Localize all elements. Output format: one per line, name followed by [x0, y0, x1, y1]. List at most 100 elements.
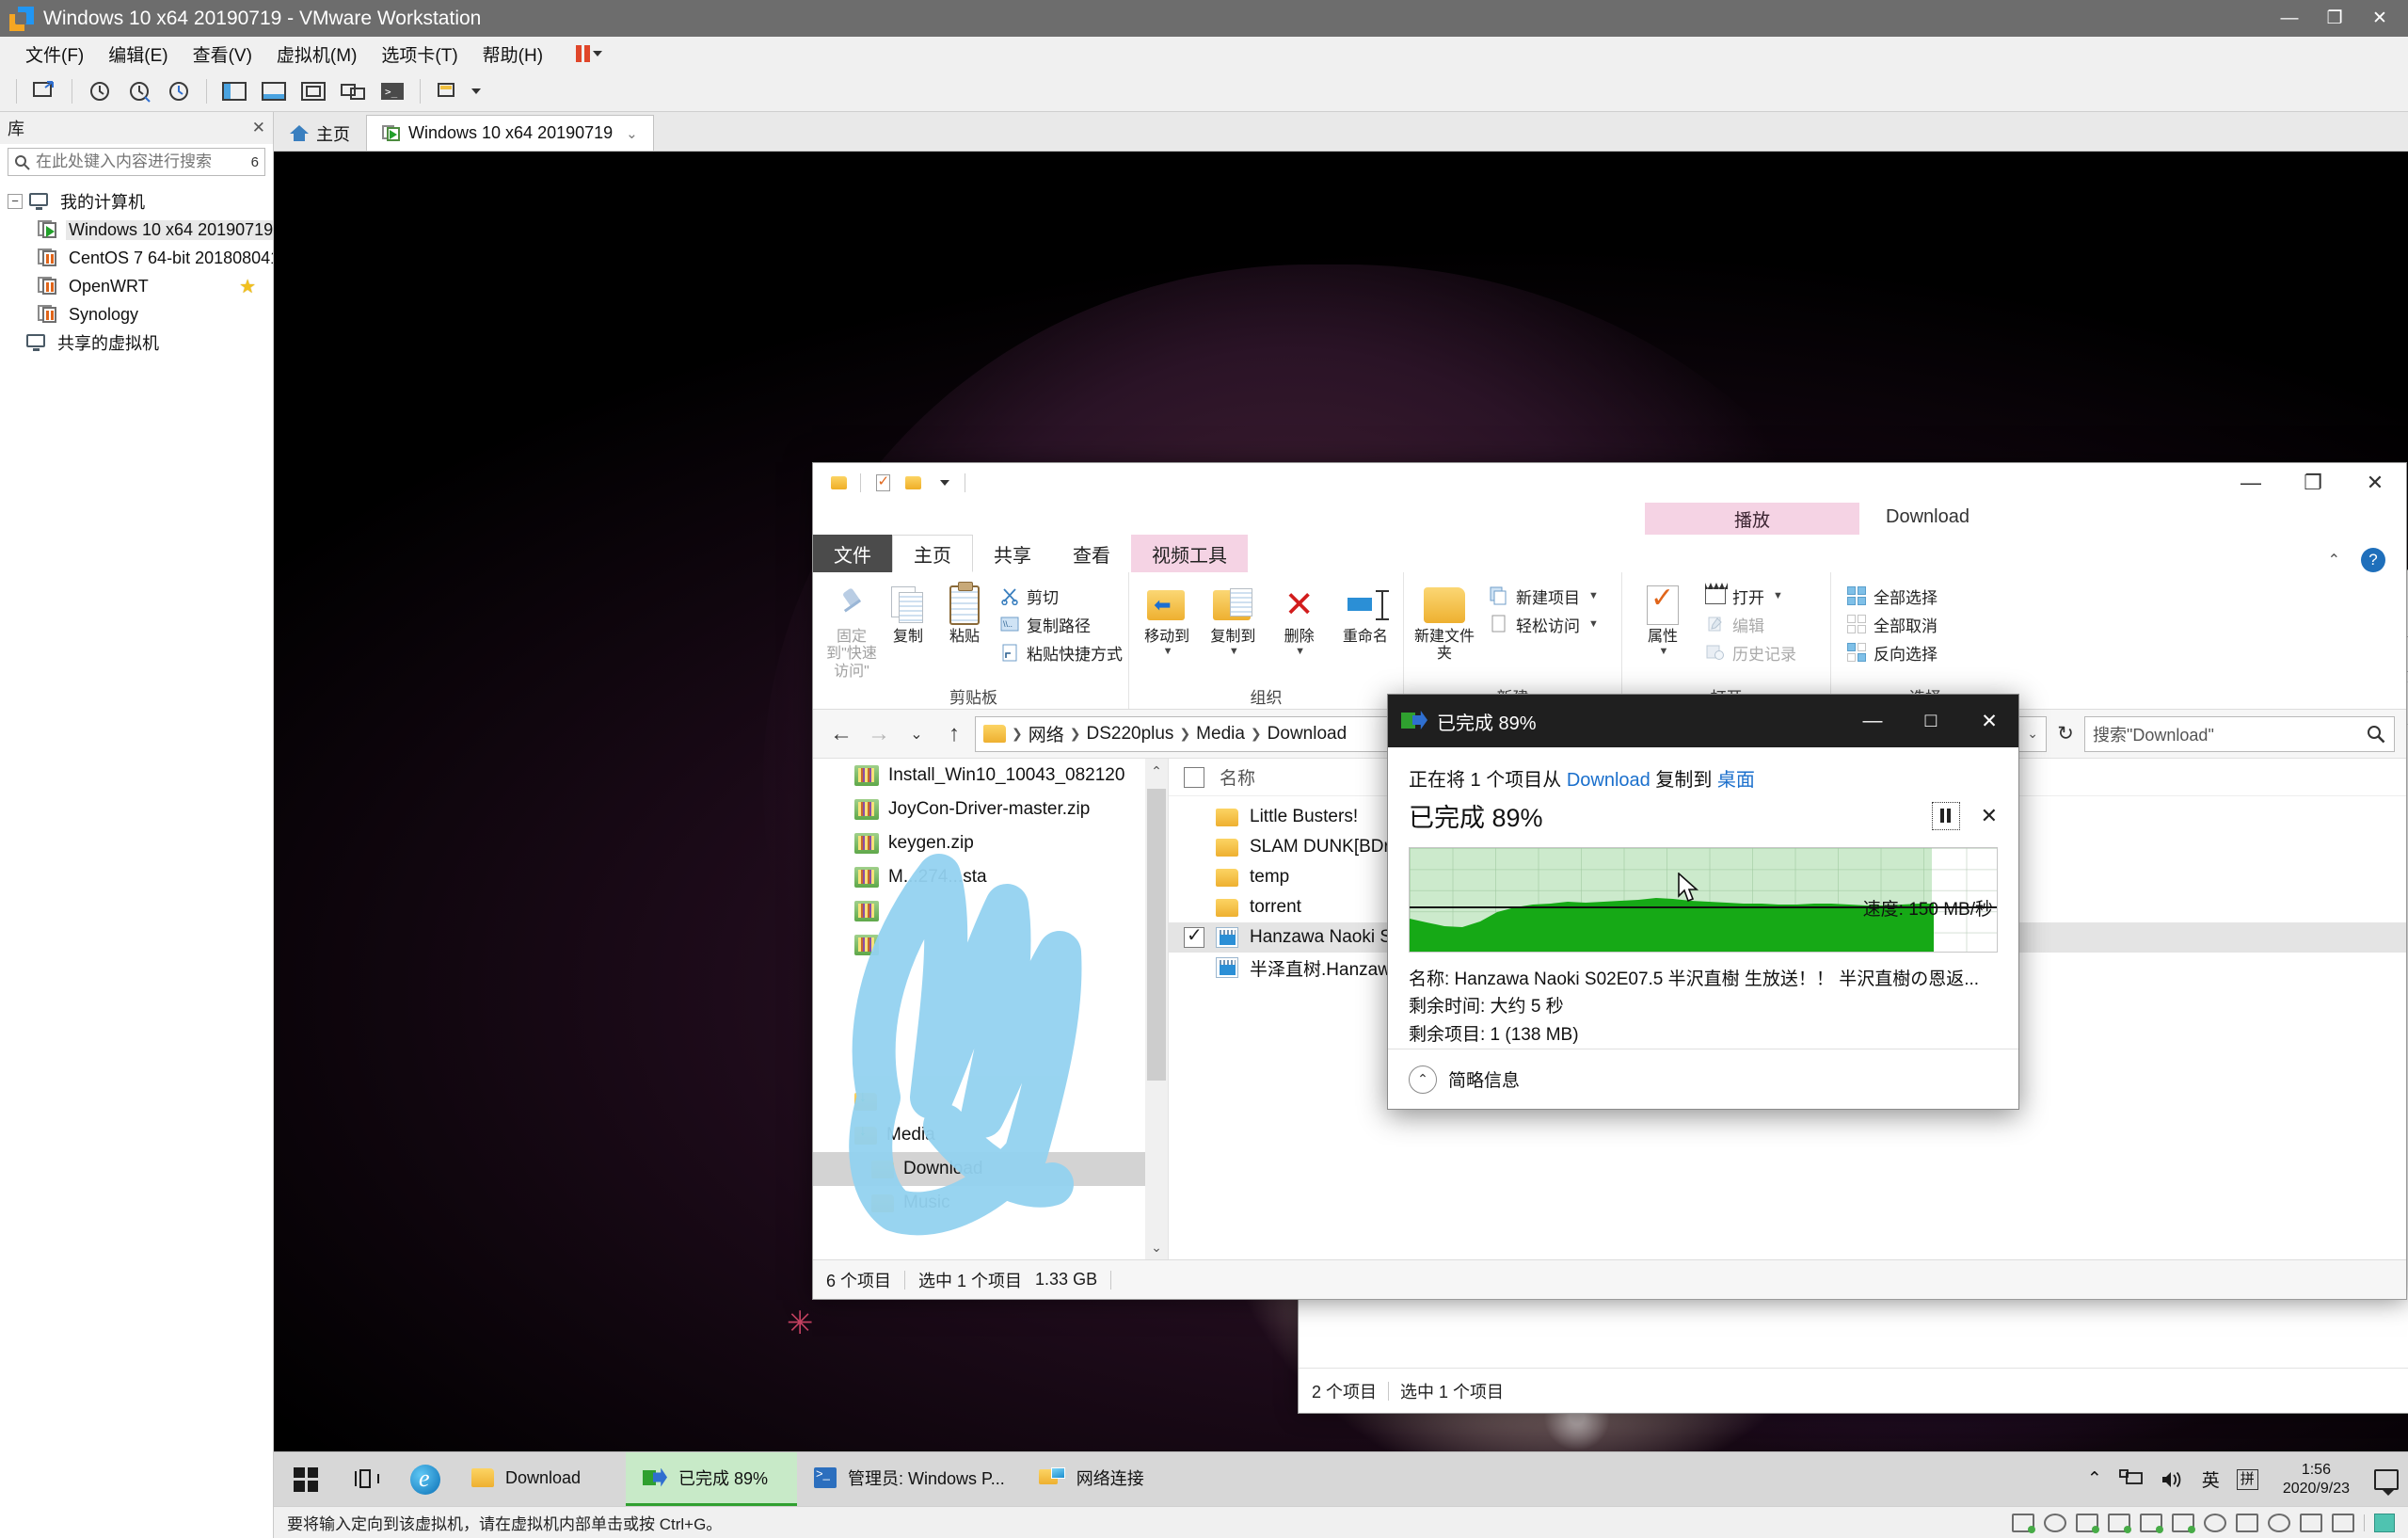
network-icon-2[interactable]: [2108, 1513, 2131, 1533]
send-key-dropdown-icon[interactable]: [471, 88, 481, 94]
row-checkbox[interactable]: [1184, 923, 1204, 948]
delete-button[interactable]: ✕ 删除 ▼: [1268, 580, 1332, 658]
display-icon[interactable]: [2374, 1513, 2395, 1532]
library-search-input[interactable]: [36, 152, 246, 171]
nav-item[interactable]: M...274...sta: [813, 860, 1168, 894]
vm-item-windows10[interactable]: Windows 10 x64 20190719: [0, 216, 273, 244]
cut-button[interactable]: 剪切: [999, 582, 1123, 610]
chevron-down-icon[interactable]: ▼: [1588, 590, 1599, 601]
chevron-up-icon[interactable]: ⌃: [2087, 1468, 2102, 1490]
disc-icon[interactable]: [2044, 1513, 2066, 1532]
task-view-button[interactable]: [338, 1452, 396, 1506]
notification-icon[interactable]: [2374, 1468, 2399, 1496]
menu-view[interactable]: 查看(V): [181, 39, 264, 70]
tree-shared-vms[interactable]: 共享的虚拟机: [0, 328, 273, 357]
checkbox-icon[interactable]: [869, 470, 897, 496]
chevron-down-icon[interactable]: [929, 470, 957, 496]
copy-button[interactable]: 复制: [881, 580, 935, 646]
breadcrumb-network[interactable]: 网络: [1029, 721, 1064, 746]
menu-vm[interactable]: 虚拟机(M): [264, 39, 369, 70]
nav-item-media[interactable]: Media: [813, 1118, 1168, 1152]
nav-item-music[interactable]: Music: [813, 1186, 1168, 1220]
chevron-down-icon[interactable]: ▼: [1295, 646, 1305, 658]
bluetooth-icon[interactable]: [2268, 1513, 2290, 1532]
send-key-icon[interactable]: [429, 74, 467, 108]
edge-button[interactable]: [396, 1452, 454, 1506]
breadcrumb-media[interactable]: Media: [1196, 724, 1245, 745]
easy-access-button[interactable]: 轻松访问 ▼: [1489, 610, 1599, 638]
history-button[interactable]: 历史记录: [1705, 638, 1796, 666]
navpane-scrollbar[interactable]: ⌃ ⌄: [1145, 759, 1168, 1259]
close-button[interactable]: ✕: [2357, 0, 2402, 37]
favorite-star-icon[interactable]: ★: [239, 275, 256, 298]
scroll-down-icon[interactable]: ⌄: [1145, 1235, 1168, 1259]
network-icon[interactable]: [2076, 1513, 2099, 1533]
copy-progress-dialog[interactable]: 已完成 89% — □ ✕ 正在将 1 个项目从 Download 复制到 桌面…: [1387, 694, 2019, 1110]
nav-item[interactable]: [813, 1084, 1168, 1118]
guest-screen[interactable]: ✳ Software 回收站 此电脑 网络: [274, 152, 2408, 1506]
fullscreen-icon[interactable]: [25, 74, 63, 108]
select-all-checkbox[interactable]: [1184, 766, 1204, 788]
chevron-down-icon[interactable]: ▼: [1229, 646, 1239, 658]
printer-icon[interactable]: [2140, 1513, 2163, 1533]
show-thumbnails-icon[interactable]: [255, 74, 293, 108]
edit-button[interactable]: 编辑: [1705, 610, 1796, 638]
new-item-button[interactable]: 新建项目 ▼: [1489, 582, 1599, 610]
tree-root-my-computer[interactable]: − 我的计算机: [0, 187, 273, 216]
chevron-up-icon[interactable]: ⌃: [1409, 1065, 1437, 1094]
vm-item-synology[interactable]: Synology: [0, 300, 273, 328]
camera-icon[interactable]: [2236, 1513, 2258, 1532]
clock[interactable]: 1:56 2020/9/23: [2275, 1461, 2357, 1498]
windows-desktop[interactable]: ✳ Software 回收站 此电脑 网络: [274, 152, 2408, 1506]
collapse-ribbon-icon[interactable]: ⌃: [2328, 551, 2340, 569]
network-icon[interactable]: [2118, 1468, 2144, 1490]
menu-tabs[interactable]: 选项卡(T): [369, 39, 470, 70]
help-icon[interactable]: ?: [2361, 548, 2385, 572]
pause-vm-icon[interactable]: [576, 45, 591, 62]
move-to-button[interactable]: ⬅ 移动到 ▼: [1135, 580, 1199, 658]
start-button[interactable]: [274, 1452, 338, 1506]
multiple-monitors-icon[interactable]: [334, 74, 372, 108]
scrollbar-thumb[interactable]: [1147, 789, 1166, 1081]
nav-item[interactable]: JoyCon-Driver-master.zip: [813, 793, 1168, 826]
copy-dialog-footer[interactable]: ⌃ 简略信息: [1388, 1049, 2018, 1109]
snapshot-icon[interactable]: [81, 74, 119, 108]
console-view-icon[interactable]: >_: [374, 74, 411, 108]
minimize-button[interactable]: —: [2267, 0, 2312, 37]
tab-home[interactable]: 主页: [892, 535, 973, 572]
select-all-button[interactable]: 全部选择: [1846, 582, 1938, 610]
hdd-icon[interactable]: [2012, 1513, 2035, 1533]
forward-arrow-icon[interactable]: →: [862, 717, 896, 751]
chevron-down-icon[interactable]: ▼: [1659, 646, 1669, 658]
copy-dialog-maximize-button[interactable]: □: [1902, 695, 1960, 747]
copy-dialog-minimize-button[interactable]: —: [1843, 695, 1902, 747]
nav-item[interactable]: Install_Win10_10043_082120: [813, 759, 1168, 793]
navigation-pane[interactable]: Install_Win10_10043_082120 JoyCon-Driver…: [813, 759, 1169, 1259]
tab-share[interactable]: 共享: [973, 535, 1052, 572]
nav-item-download[interactable]: Download: [813, 1152, 1168, 1186]
show-library-icon[interactable]: [215, 74, 253, 108]
recent-locations-icon[interactable]: ⌄: [900, 717, 933, 751]
nav-item[interactable]: [813, 894, 1168, 928]
pause-dropdown-icon[interactable]: [593, 51, 603, 56]
nav-item[interactable]: keygen.zip: [813, 826, 1168, 860]
usb-icon[interactable]: [2300, 1513, 2322, 1532]
breadcrumb-dropdown-icon[interactable]: ⌄: [2027, 726, 2038, 742]
ime-language-indicator[interactable]: 英: [2202, 1466, 2220, 1492]
new-folder-button[interactable]: 新建文件夹: [1410, 580, 1479, 664]
tab-view[interactable]: 查看: [1052, 535, 1131, 572]
nav-item[interactable]: [813, 928, 1168, 962]
properties-button[interactable]: 属性 ▼: [1628, 580, 1698, 658]
cancel-button[interactable]: ✕: [1981, 804, 1998, 828]
invert-selection-button[interactable]: 反向选择: [1846, 638, 1938, 666]
maximize-button[interactable]: ❐: [2312, 0, 2357, 37]
tab-windows10-vm[interactable]: Windows 10 x64 20190719 ⌄: [366, 115, 654, 151]
take-snapshot-icon[interactable]: [120, 74, 158, 108]
taskbar-item-download[interactable]: Download: [454, 1452, 626, 1506]
explorer-minimize-button[interactable]: —: [2220, 463, 2282, 507]
snapshot-manager-icon[interactable]: [160, 74, 198, 108]
ime-mode-indicator[interactable]: 拼: [2236, 1468, 2258, 1490]
search-input[interactable]: 搜索"Download": [2084, 715, 2395, 752]
sound-icon[interactable]: [2172, 1513, 2195, 1533]
show-console-icon[interactable]: [295, 74, 332, 108]
